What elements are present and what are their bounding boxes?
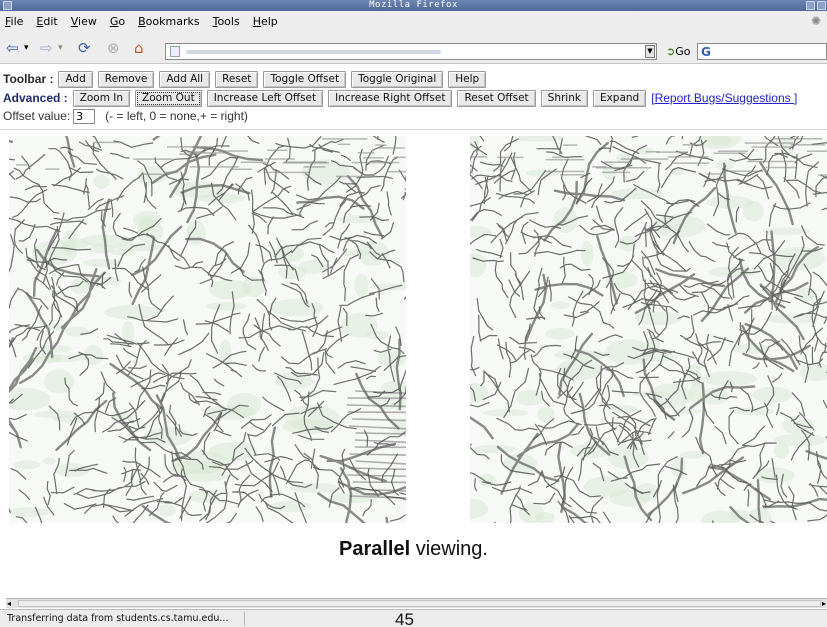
window-close-icon[interactable] — [817, 1, 826, 10]
menu-bookmarks[interactable]: Bookmarks — [138, 15, 199, 28]
zoom-in-button[interactable]: Zoom In — [72, 89, 131, 107]
navigation-toolbar: ⇦ ▾ ⇨ ▾ ⟳ ⊗ ⌂ ▼ ➲Go G — [0, 31, 827, 64]
status-bar: Transferring data from students.cs.tamu.… — [0, 609, 827, 627]
search-input[interactable]: G — [697, 43, 827, 60]
menu-bar: File Edit View Go Bookmarks Tools Help ✺ — [0, 11, 827, 31]
menu-go[interactable]: Go — [110, 15, 125, 28]
menu-help[interactable]: Help — [253, 15, 278, 28]
menu-edit[interactable]: Edit — [36, 15, 57, 28]
home-icon[interactable]: ⌂ — [134, 39, 144, 57]
window-title: Mozilla Firefox — [369, 0, 458, 10]
blurred-url — [186, 50, 441, 54]
throbber-icon: ✺ — [810, 14, 821, 28]
page-icon — [170, 46, 180, 57]
forward-icon[interactable]: ⇨ — [40, 39, 53, 57]
url-dropdown-button[interactable]: ▼ — [645, 45, 655, 58]
menu-tools[interactable]: Tools — [213, 15, 240, 28]
page-number: 45 — [395, 610, 414, 627]
increase-right-offset-button[interactable]: Increase Right Offset — [328, 89, 453, 107]
add-all-button[interactable]: Add All — [159, 70, 211, 88]
reset-offset-button[interactable]: Reset Offset — [457, 89, 536, 107]
scroll-thumb[interactable] — [18, 600, 821, 607]
menu-file[interactable]: File — [5, 15, 23, 28]
go-icon: ➲ — [666, 45, 676, 58]
offset-row: Offset value: (- = left, 0 = none,+ = ri… — [3, 107, 248, 125]
add-button[interactable]: Add — [58, 70, 93, 88]
back-dropdown-icon[interactable]: ▾ — [24, 43, 29, 53]
offset-value-input[interactable] — [73, 108, 96, 124]
toggle-offset-button[interactable]: Toggle Offset — [263, 70, 347, 88]
remove-button[interactable]: Remove — [97, 70, 155, 88]
content-divider — [0, 126, 827, 134]
window-menu-icon[interactable] — [3, 1, 12, 10]
horizontal-scrollbar[interactable]: ◂ ▸ — [6, 598, 827, 608]
toggle-original-button[interactable]: Toggle Original — [351, 70, 444, 88]
advanced-row: Advanced : Zoom In Zoom Out Increase Lef… — [0, 88, 827, 108]
window-titlebar: Mozilla Firefox — [0, 0, 827, 11]
increase-left-offset-button[interactable]: Increase Left Offset — [206, 89, 324, 107]
report-bugs-link[interactable]: [Report Bugs/Suggestions ] — [651, 91, 797, 105]
scroll-right-icon[interactable]: ▸ — [822, 599, 826, 608]
status-separator — [244, 612, 245, 626]
scroll-left-icon[interactable]: ◂ — [7, 599, 11, 608]
expand-button[interactable]: Expand — [592, 89, 647, 107]
offset-hint: (- = left, 0 = none,+ = right) — [105, 109, 248, 123]
shrink-button[interactable]: Shrink — [540, 89, 588, 107]
reload-icon[interactable]: ⟳ — [78, 39, 91, 57]
left-stereo-image — [9, 136, 406, 523]
reset-button[interactable]: Reset — [215, 70, 259, 88]
stop-icon[interactable]: ⊗ — [107, 39, 120, 57]
menu-view[interactable]: View — [71, 15, 97, 28]
go-button[interactable]: ➲Go — [666, 45, 690, 58]
offset-label: Offset value: — [3, 109, 71, 123]
right-stereo-image — [470, 136, 827, 523]
toolbar-row: Toolbar : Add Remove Add All Reset Toggl… — [0, 69, 827, 89]
back-icon[interactable]: ⇦ — [6, 39, 19, 57]
toolbar-label: Toolbar : — [3, 72, 54, 86]
caption: Parallel viewing. — [0, 538, 827, 561]
url-input[interactable] — [165, 43, 657, 60]
help-button[interactable]: Help — [448, 70, 487, 88]
caption-bold: Parallel — [339, 538, 411, 560]
status-message: Transferring data from students.cs.tamu.… — [7, 613, 229, 624]
forward-dropdown-icon[interactable]: ▾ — [58, 43, 63, 53]
window-minimize-icon[interactable] — [806, 1, 815, 10]
vessel-texture-left — [9, 136, 406, 523]
caption-rest: viewing. — [410, 538, 488, 560]
advanced-label: Advanced : — [3, 91, 68, 105]
zoom-out-button[interactable]: Zoom Out — [135, 89, 202, 107]
vessel-texture-right — [470, 136, 827, 523]
google-icon: G — [701, 45, 711, 59]
